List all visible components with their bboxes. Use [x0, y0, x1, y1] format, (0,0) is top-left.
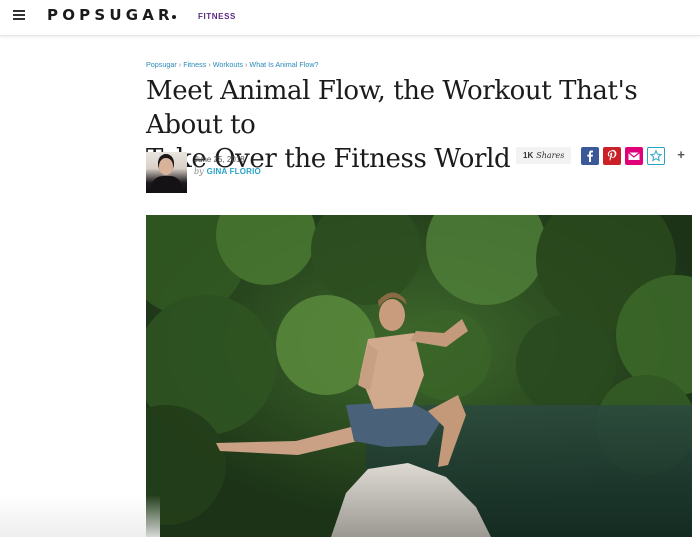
popsugar-logo[interactable]: POPSUGAR: [47, 6, 181, 24]
breadcrumb-separator: ›: [178, 60, 182, 69]
logo-dot: [171, 15, 176, 19]
more-share-plus-icon[interactable]: +: [675, 148, 687, 162]
breadcrumb-current[interactable]: What Is Animal Flow?: [249, 60, 318, 69]
mail-icon: [628, 152, 640, 160]
breadcrumb-separator: ›: [208, 60, 211, 69]
page-edge-fade: [0, 495, 160, 537]
breadcrumb-separator: ›: [245, 60, 248, 69]
publish-date: June 25, 2018: [194, 155, 245, 164]
share-count-label: Shares: [536, 151, 565, 160]
favorite-button[interactable]: [647, 147, 665, 165]
article-title-line-1: Meet Animal Flow, the Workout That's Abo…: [146, 76, 638, 140]
pinterest-icon: [607, 149, 617, 161]
byline: by GINA FLORIO: [194, 167, 261, 176]
hamburger-menu-icon[interactable]: [13, 10, 25, 20]
breadcrumb-popsugar[interactable]: Popsugar: [146, 60, 177, 69]
byline-prefix: by: [194, 167, 204, 176]
email-share-button[interactable]: [625, 147, 643, 165]
breadcrumb-fitness[interactable]: Fitness: [183, 60, 206, 69]
facebook-share-button[interactable]: [581, 147, 599, 165]
star-outline-icon: [649, 149, 663, 162]
share-count: 1K Shares: [516, 147, 572, 164]
facebook-icon: [587, 150, 593, 162]
breadcrumb-workouts[interactable]: Workouts: [213, 60, 243, 69]
logo-text: POPSUGAR: [47, 6, 174, 24]
author-link[interactable]: GINA FLORIO: [207, 167, 261, 176]
share-count-value: 1K: [523, 151, 534, 160]
breadcrumb: Popsugar › Fitness › Workouts › What Is Animal…: [146, 60, 319, 69]
section-label[interactable]: FITNESS: [198, 12, 236, 21]
site-header: POPSUGAR FITNESS: [0, 0, 700, 36]
hero-image: [146, 215, 692, 537]
pinterest-share-button[interactable]: [603, 147, 621, 165]
author-avatar[interactable]: [146, 152, 187, 193]
